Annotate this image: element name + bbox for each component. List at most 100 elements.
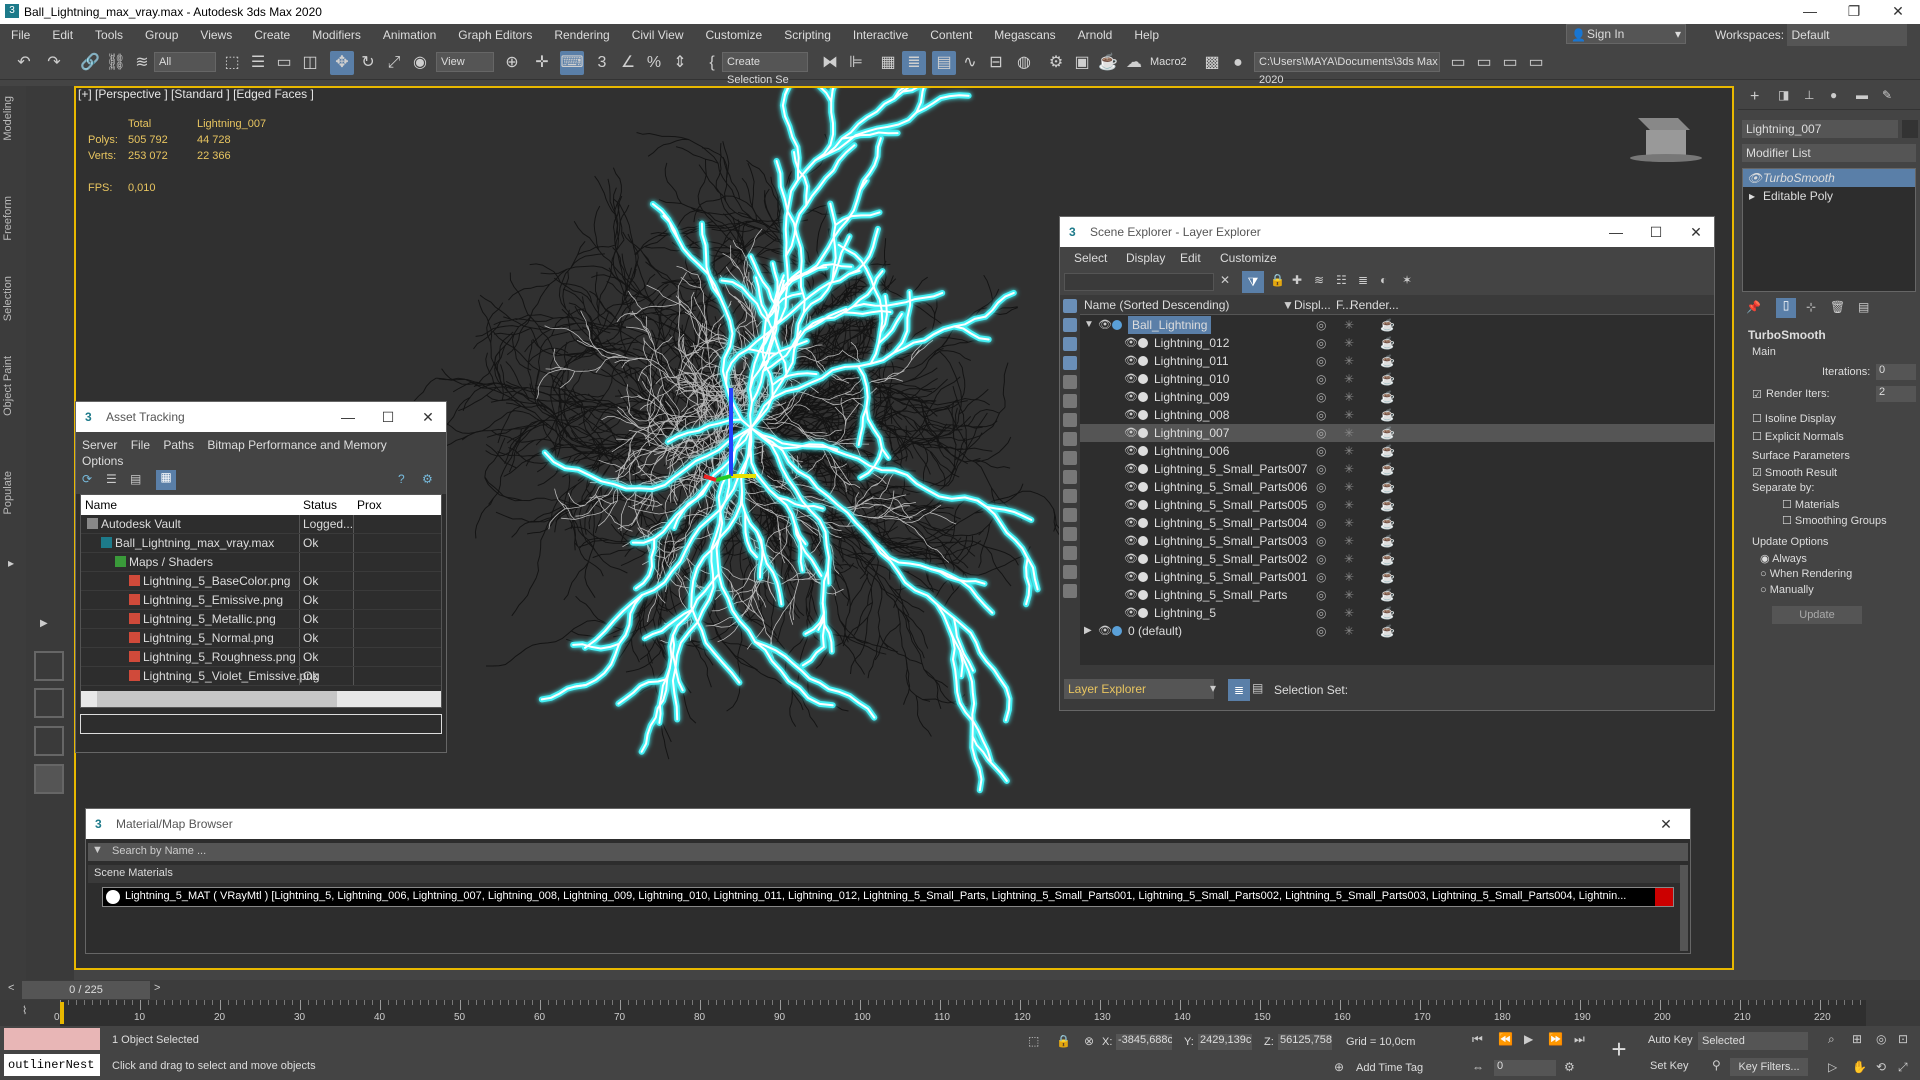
renderable-toggle-icon[interactable]: ☕ [1380,550,1395,568]
schematic-view-icon[interactable]: ⊟ [984,51,1008,75]
toggle-layer-explorer-icon[interactable]: ≣ [902,51,926,75]
menu-edit[interactable]: Edit [41,24,84,46]
filter-bone-icon[interactable] [1063,432,1077,446]
object-row[interactable]: 👁 Lightning_5_Small_Parts006 ◎ ✳ ☕ [1080,478,1714,496]
utilities-tab-icon[interactable]: ✎ [1882,88,1892,102]
renderable-toggle-icon[interactable]: ☕ [1380,388,1395,406]
object-row[interactable]: 👁 Lightning_010 ◎ ✳ ☕ [1080,370,1714,388]
select-layer-icon[interactable]: ☷ [1336,273,1347,287]
visibility-eye-icon[interactable]: 👁 [1124,334,1138,352]
menu-rendering[interactable]: Rendering [543,24,620,46]
selection-set-icon[interactable]: ▤ [1252,681,1263,695]
display-toggle-icon[interactable]: ◎ [1316,406,1326,424]
object-row[interactable]: 👁 Lightning_5 ◎ ✳ ☕ [1080,604,1714,622]
toggle-ribbon-icon[interactable]: ▤ [932,51,956,75]
expand-layout-icon[interactable]: ▶ [40,618,48,629]
freeze-toggle-icon[interactable]: ✳ [1344,496,1354,514]
layers-icon[interactable]: ≣ [1358,273,1368,287]
pan-icon[interactable]: ✋ [1852,1060,1867,1074]
explicit-normals-row[interactable]: ☐ Explicit Normals [1742,430,1916,448]
freeze-toggle-icon[interactable]: ✳ [1344,316,1354,334]
track-bar[interactable]: ⌇ 0 10 20 30 40 50 60 70 80 90 100 110 120 130 140 150 1… [0,1000,1920,1026]
col-name[interactable]: Name [85,498,117,512]
configure-sets-icon[interactable]: ▤ [1858,300,1869,314]
workspaces-dropdown[interactable]: Default [1787,24,1908,46]
asset-row[interactable]: Lightning_5_Roughness.png Ok [81,648,441,667]
vertical-scrollbar[interactable] [1680,865,1688,951]
display-toggle-icon[interactable]: ◎ [1316,370,1326,388]
visibility-eye-icon[interactable]: 👁 [1124,388,1138,406]
minimize-button[interactable]: — [1596,217,1636,247]
filter-teapot-icon[interactable] [1063,318,1077,332]
display-toggle-icon[interactable]: ◎ [1316,514,1326,532]
menu-server[interactable]: Server [82,438,117,452]
options-icon[interactable]: ✶ [1402,273,1412,287]
show-end-result-icon[interactable]: ▯ [1776,298,1796,318]
collapse-ribbon-icon[interactable]: ▸ [8,556,14,570]
xref-icon[interactable]: ▭ [1524,51,1548,75]
object-row[interactable]: 👁 Lightning_009 ◎ ✳ ☕ [1080,388,1714,406]
object-row[interactable]: 👁 Lightning_5_Small_Parts007 ◎ ✳ ☕ [1080,460,1714,478]
time-slider[interactable]: < 0 / 225 > [0,980,1920,1000]
viewport-layout-icon[interactable]: ▭ [1472,51,1496,75]
filter-freeze-icon[interactable] [1063,508,1077,522]
freeze-toggle-icon[interactable]: ✳ [1344,406,1354,424]
field-of-view-icon[interactable]: ▷ [1828,1060,1837,1074]
display-toggle-icon[interactable]: ◎ [1316,604,1326,622]
project-path-dropdown[interactable]: C:\Users\MAYA\Documents\3ds Max 2020 [1254,52,1440,86]
freeze-toggle-icon[interactable]: ✳ [1344,532,1354,550]
maximize-button[interactable]: ☐ [368,402,408,432]
visibility-eye-icon[interactable]: 👁 [1124,442,1138,460]
add-time-tag[interactable]: Add Time Tag [1356,1062,1423,1074]
expand-arrow-icon[interactable]: ▼ [1084,316,1094,334]
display-toggle-icon[interactable]: ◎ [1316,532,1326,550]
stack-item-turbosmooth[interactable]: 👁 TurboSmooth [1743,169,1915,187]
stack-item-editable-poly[interactable]: ▸ Editable Poly [1743,187,1915,205]
object-row[interactable]: 👁 Lightning_006 ◎ ✳ ☕ [1080,442,1714,460]
freeze-toggle-icon[interactable]: ✳ [1344,550,1354,568]
renderable-toggle-icon[interactable]: ☕ [1380,514,1395,532]
visibility-eye-icon[interactable]: 👁 [1124,478,1138,496]
spinner-snap-icon[interactable]: ⇕ [668,51,692,75]
asset-row[interactable]: Lightning_5_Emissive.png Ok [81,591,441,610]
minimize-button[interactable]: — [328,402,368,432]
material-editor-icon[interactable]: ◍ [1012,51,1036,75]
visibility-eye-icon[interactable]: 👁 [1124,424,1138,442]
undo-icon[interactable]: ↶ [12,51,36,75]
move-icon[interactable]: ✥ [330,51,354,75]
display-toggle-icon[interactable]: ◎ [1316,568,1326,586]
display-toggle-icon[interactable]: ◎ [1316,550,1326,568]
filter-sphere-icon[interactable] [1063,299,1077,313]
bind-space-warp-icon[interactable]: ≋ [130,51,154,75]
project-folder-icon[interactable]: ▭ [1446,51,1470,75]
asset-row[interactable]: Lightning_5_Metallic.png Ok [81,610,441,629]
select-by-name-icon[interactable]: ☰ [246,51,270,75]
scene-explorer-titlebar[interactable]: 3 Scene Explorer - Layer Explorer — ☐ ✕ [1060,217,1714,247]
renderable-toggle-icon[interactable]: ☕ [1380,586,1395,604]
renderable-toggle-icon[interactable]: ☕ [1380,460,1395,478]
pivot-center-icon[interactable]: ⊕ [500,51,524,75]
menu-paths[interactable]: Paths [163,438,194,452]
select-object-icon[interactable]: ⬚ [220,51,244,75]
highlight-icon[interactable]: ◐ [1380,273,1387,287]
pin-stack-icon[interactable]: 📌 [1746,300,1761,314]
current-frame-field[interactable]: 0 [1494,1060,1556,1076]
next-frame-icon[interactable]: > [154,982,160,994]
menu-content[interactable]: Content [919,24,983,46]
visibility-eye-icon[interactable]: 👁 [1124,604,1138,622]
mirror-icon[interactable]: ⧓ [818,51,842,75]
detail-view-icon[interactable]: ▤ [130,472,141,486]
object-row[interactable]: 👁 Lightning_007 ◎ ✳ ☕ [1080,424,1714,442]
edit-named-selection-icon[interactable]: { [700,51,724,75]
rendered-frame-window-icon[interactable]: ▣ [1070,51,1094,75]
asset-tracking-titlebar[interactable]: 3 Asset Tracking — ☐ ✕ [76,402,446,432]
filter-helper-icon[interactable] [1063,375,1077,389]
close-button[interactable]: ✕ [1676,217,1716,247]
renderable-toggle-icon[interactable]: ☕ [1380,532,1395,550]
menu-create[interactable]: Create [243,24,301,46]
filter-icon[interactable]: ⧩ [1242,271,1264,293]
absolute-mode-icon[interactable]: ⊗ [1084,1034,1094,1048]
freeze-toggle-icon[interactable]: ✳ [1344,352,1354,370]
freeze-toggle-icon[interactable]: ✳ [1344,478,1354,496]
select-manipulate-icon[interactable]: ✛ [530,51,554,75]
